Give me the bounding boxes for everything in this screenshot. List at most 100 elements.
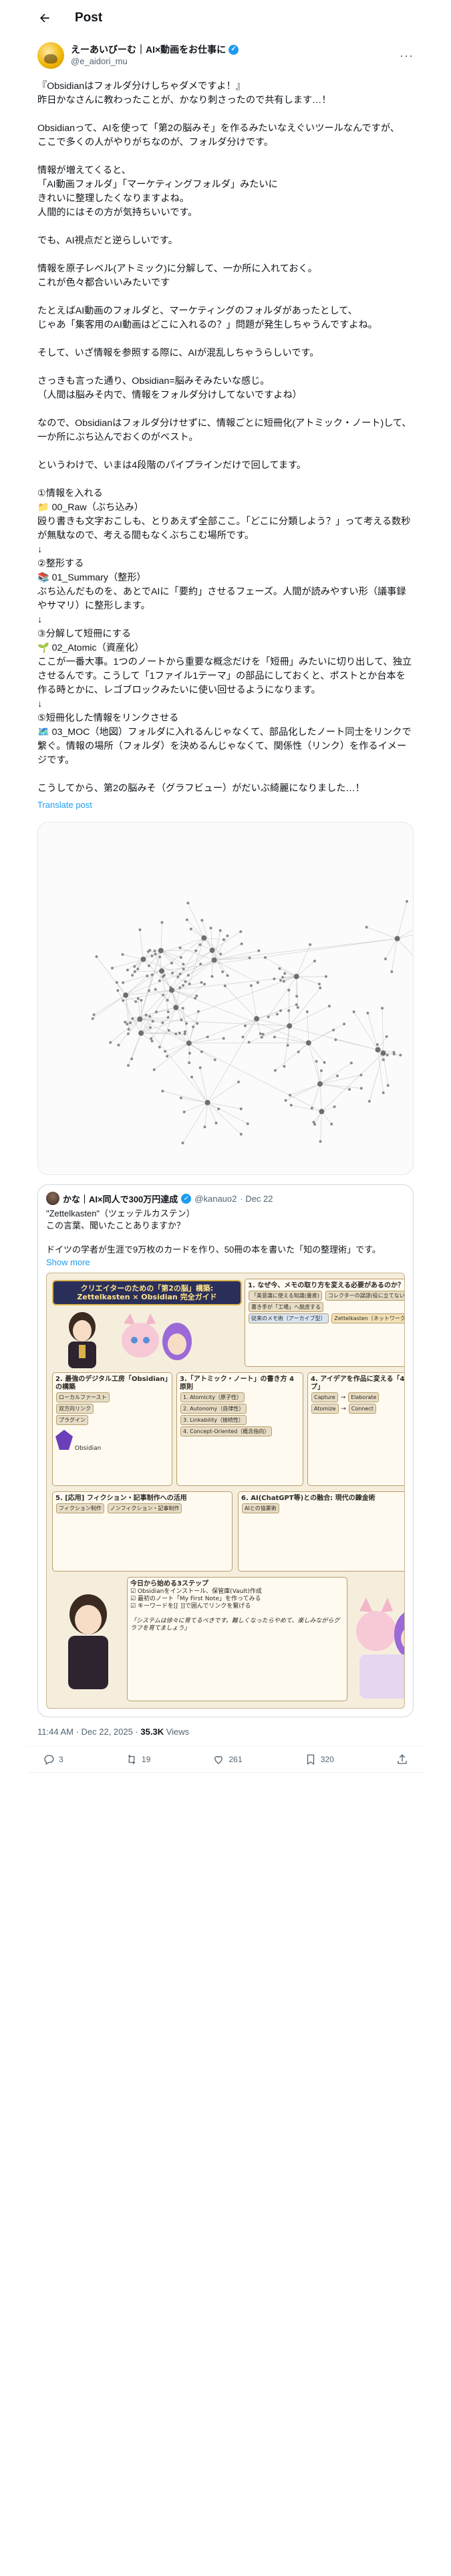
- author-name-row[interactable]: えーあいびーむ｜AI×動画をお仕事に ✓: [71, 43, 400, 56]
- graph-node: [382, 1058, 385, 1061]
- graph-node: [223, 984, 227, 988]
- graph-node: [162, 974, 166, 977]
- graph-node: [260, 1035, 263, 1039]
- bottom-left-character: [56, 1588, 120, 1695]
- more-options-icon[interactable]: ···: [400, 49, 414, 63]
- s4-step: Elaborate: [348, 1392, 380, 1402]
- reply-icon: [43, 1753, 55, 1765]
- graph-node: [200, 1050, 203, 1053]
- reply-button[interactable]: 3: [43, 1753, 63, 1765]
- graph-node: [151, 1020, 154, 1023]
- graph-node: [365, 926, 368, 929]
- s5-item: ノンフィクション・記事制作: [107, 1503, 182, 1513]
- graph-node: [196, 1010, 200, 1013]
- quoted-post[interactable]: かな｜AI×同人で300万円達成 ✓ @kanauo2 · Dec 22 "Ze…: [37, 1184, 414, 1717]
- graph-node: [200, 981, 203, 984]
- graph-node: [237, 1080, 240, 1083]
- graph-edge: [397, 938, 413, 956]
- graph-node: [115, 981, 118, 984]
- bookmark-button[interactable]: 320: [305, 1753, 334, 1765]
- graph-edge: [397, 930, 413, 939]
- graph-node: [170, 962, 174, 965]
- post-meta: 11:44 AM · Dec 22, 2025 · 35.3K Views: [27, 1717, 424, 1747]
- graph-node: [171, 972, 174, 975]
- graph-node: [386, 1053, 389, 1057]
- like-button[interactable]: 261: [212, 1753, 243, 1765]
- graph-node: [188, 982, 191, 986]
- graph-node: [247, 1041, 251, 1044]
- graph-node: [146, 974, 149, 978]
- graph-hub-node: [158, 948, 164, 954]
- bookmark-icon: [305, 1753, 317, 1765]
- author-handle[interactable]: @e_aidori_mu: [71, 56, 400, 68]
- graph-node: [278, 967, 281, 970]
- graph-node: [263, 956, 267, 959]
- graph-node: [305, 1010, 309, 1013]
- bookmark-count: 320: [320, 1755, 334, 1764]
- graph-node: [150, 954, 154, 958]
- s5-title: 5. [応用] フィクション・記事制作への活用: [55, 1495, 187, 1502]
- graph-view-image[interactable]: [37, 822, 414, 1175]
- graph-edge: [291, 1105, 322, 1112]
- post-time[interactable]: 11:44 AM · Dec 22, 2025 ·: [37, 1727, 140, 1737]
- graph-edge: [249, 1025, 290, 1043]
- graph-node: [239, 1133, 243, 1136]
- graph-node: [91, 1017, 94, 1021]
- graph-edge: [200, 1067, 208, 1103]
- graph-hub-node: [204, 1099, 210, 1105]
- graph-node: [133, 965, 136, 968]
- graph-node: [240, 942, 243, 946]
- graph-node: [222, 938, 225, 942]
- graph-edge: [125, 938, 204, 996]
- graph-node: [124, 1021, 127, 1024]
- graph-edge: [397, 901, 408, 939]
- graph-edge: [207, 1102, 241, 1109]
- s4-step: Connect: [348, 1404, 376, 1414]
- graph-edge: [257, 1014, 277, 1019]
- infographic-image[interactable]: クリエイターのための「第2の脳」構築: Zettelkasten × Obsid…: [46, 1273, 405, 1709]
- graph-node: [257, 949, 261, 952]
- graph-node: [188, 1052, 191, 1055]
- graph-edge: [140, 1018, 322, 1112]
- graph-node: [178, 946, 182, 950]
- infographic-section-3: 3.「アトミック・ノート」の書き方 4原則 1. Atomicity（原子性） …: [176, 1372, 303, 1486]
- graph-node: [296, 1006, 299, 1009]
- graph-node: [117, 1043, 120, 1047]
- graph-edge: [92, 994, 126, 1019]
- graph-edge: [204, 938, 224, 940]
- s3-title: 3.「アトミック・ノート」の書き方 4原則: [180, 1376, 294, 1391]
- share-button[interactable]: [396, 1753, 408, 1765]
- graph-edge: [160, 950, 184, 970]
- graph-node: [154, 988, 157, 991]
- translate-post-link[interactable]: Translate post: [27, 796, 424, 814]
- graph-edge: [125, 976, 148, 996]
- s2-item: プラグイン: [56, 1415, 88, 1425]
- graph-node: [330, 1122, 333, 1125]
- graph-node: [319, 1140, 322, 1143]
- author-name[interactable]: えーあいびーむ｜AI×動画をお仕事に: [71, 43, 226, 56]
- s1-compare-right: Zettelkasten（ネットワーク型）: [331, 1313, 404, 1323]
- graph-hub-node: [138, 1030, 144, 1036]
- repost-button[interactable]: 19: [126, 1753, 150, 1765]
- quote-header: かな｜AI×同人で300万円達成 ✓ @kanauo2 · Dec 22: [38, 1185, 413, 1205]
- graph-node: [313, 960, 316, 963]
- graph-edge: [366, 927, 398, 939]
- avatar[interactable]: [37, 42, 64, 69]
- graph-node: [221, 970, 224, 974]
- graph-node: [366, 1011, 369, 1014]
- graph-node: [153, 950, 156, 953]
- graph-node: [283, 972, 287, 975]
- graph-node: [161, 1089, 164, 1093]
- graph-node: [183, 1030, 186, 1033]
- graph-hub-node: [209, 948, 215, 954]
- back-arrow-icon[interactable]: [35, 8, 55, 28]
- show-more-link[interactable]: Show more: [38, 1256, 413, 1273]
- graph-node: [185, 918, 188, 922]
- graph-node: [190, 1075, 194, 1079]
- graph-node: [297, 1050, 300, 1053]
- graph-node: [152, 1068, 156, 1071]
- graph-node: [154, 1010, 158, 1014]
- graph-node: [176, 975, 180, 978]
- graph-edge: [140, 930, 144, 960]
- graph-node: [131, 974, 134, 977]
